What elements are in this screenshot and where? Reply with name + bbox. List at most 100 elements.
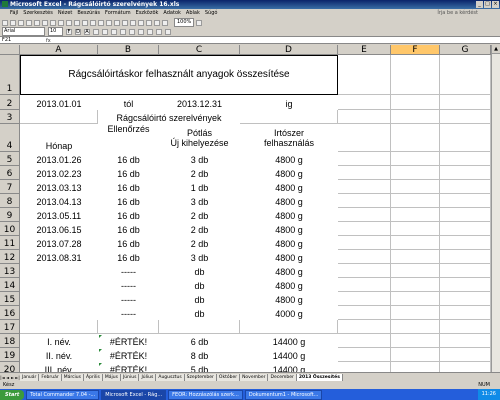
print-preview-icon[interactable] — [50, 19, 56, 26]
permission-icon[interactable] — [26, 19, 32, 26]
font-select[interactable]: Arial — [2, 27, 45, 36]
cell-c11[interactable]: 2 db — [159, 236, 240, 250]
cell-c9[interactable]: 2 db — [159, 208, 240, 222]
copy-icon[interactable] — [82, 19, 88, 26]
save-icon[interactable] — [18, 19, 24, 26]
column-header-g[interactable]: G — [440, 45, 491, 55]
sheet-tab-6[interactable]: Június — [120, 374, 140, 381]
row-header-10[interactable]: 10 — [0, 222, 20, 236]
header-month[interactable]: Hónap — [20, 124, 98, 152]
menu-edit[interactable]: Szerkesztés — [23, 9, 53, 18]
cell-b2[interactable]: tól — [98, 95, 159, 110]
cell-a16[interactable] — [20, 306, 98, 320]
row-header-6[interactable]: 6 — [0, 166, 20, 180]
sort-asc-icon[interactable] — [138, 19, 144, 26]
merge-center-icon[interactable] — [120, 28, 126, 35]
cell-c12[interactable]: 3 db — [159, 250, 240, 264]
row-header-18[interactable]: 18 — [0, 334, 20, 348]
cell-b19[interactable]: #ÉRTÉK! — [98, 348, 159, 362]
row-header-7[interactable]: 7 — [0, 180, 20, 194]
format-painter-icon[interactable] — [98, 19, 104, 26]
cell-a7[interactable]: 2013.03.13 — [20, 180, 98, 194]
cell-b18[interactable]: #ÉRTÉK! — [98, 334, 159, 348]
sheet-tab-10[interactable]: Október — [216, 374, 241, 381]
cell-d12[interactable]: 4800 g — [240, 250, 338, 264]
cell-a12[interactable]: 2013.08.31 — [20, 250, 98, 264]
column-header-b[interactable]: B — [98, 45, 159, 55]
scroll-up-icon[interactable]: ▲ — [492, 45, 500, 54]
cell-c15[interactable]: db — [159, 292, 240, 306]
cell-a14[interactable] — [20, 278, 98, 292]
cell-d13[interactable]: 4800 g — [240, 264, 338, 278]
taskbar-button-2[interactable]: Microsoft Excel - Rág... — [101, 389, 167, 400]
sort-desc-icon[interactable] — [146, 19, 152, 26]
cell-d15[interactable]: 4800 g — [240, 292, 338, 306]
email-icon[interactable] — [34, 19, 40, 26]
cut-icon[interactable] — [74, 19, 80, 26]
cell-d9[interactable]: 4800 g — [240, 208, 338, 222]
menu-file[interactable]: Fájl — [10, 9, 18, 18]
row-header-1[interactable]: 1 — [0, 55, 20, 95]
cell-b7[interactable]: 16 db — [98, 180, 159, 194]
cell-d7[interactable]: 4800 g — [240, 180, 338, 194]
spelling-icon[interactable] — [58, 19, 64, 26]
cell-d8[interactable]: 4800 g — [240, 194, 338, 208]
font-color-icon[interactable] — [165, 28, 171, 35]
cell-b6[interactable]: 16 db — [98, 166, 159, 180]
cell-c10[interactable]: 2 db — [159, 222, 240, 236]
cell-a13[interactable] — [20, 264, 98, 278]
currency-icon[interactable] — [129, 28, 135, 35]
sheet-tab-3[interactable]: Március — [61, 374, 84, 381]
menu-format[interactable]: Formátum — [105, 9, 131, 18]
align-left-icon[interactable] — [93, 28, 99, 35]
cell-b14[interactable]: ----- — [98, 278, 159, 292]
sheet-tab-8[interactable]: Augusztus — [156, 374, 185, 381]
cell-b16[interactable]: ----- — [98, 306, 159, 320]
cell-c5[interactable]: 3 db — [159, 152, 240, 166]
row-header-16[interactable]: 16 — [0, 306, 20, 320]
column-header-c[interactable]: C — [159, 45, 240, 55]
worksheet-grid[interactable]: ABCDEFG123456789101112131415161718192021… — [0, 45, 491, 372]
taskbar-button-1[interactable]: Total Commander 7.04 -... — [26, 389, 100, 400]
row-header-19[interactable]: 19 — [0, 348, 20, 362]
cell-c16[interactable]: db — [159, 306, 240, 320]
cell-a5[interactable]: 2013.01.26 — [20, 152, 98, 166]
align-center-icon[interactable] — [102, 28, 108, 35]
sheet-tab-1[interactable]: Január — [20, 374, 40, 381]
cell-c13[interactable]: db — [159, 264, 240, 278]
close-button[interactable]: × — [492, 1, 499, 8]
cell-d6[interactable]: 4800 g — [240, 166, 338, 180]
fill-color-icon[interactable] — [156, 28, 162, 35]
percent-icon[interactable] — [138, 28, 144, 35]
row-header-13[interactable]: 13 — [0, 264, 20, 278]
cell-a20[interactable]: III. név. — [20, 362, 98, 372]
row-header-12[interactable]: 12 — [0, 250, 20, 264]
row-header-9[interactable]: 9 — [0, 208, 20, 222]
row-header-2[interactable]: 2 — [0, 95, 20, 110]
sheet-tab-2[interactable]: Február — [39, 374, 62, 381]
print-icon[interactable] — [42, 19, 48, 26]
cell-c14[interactable]: db — [159, 278, 240, 292]
cell-c18[interactable]: 6 db — [159, 334, 240, 348]
cell-a8[interactable]: 2013.04.13 — [20, 194, 98, 208]
cell-a11[interactable]: 2013.07.28 — [20, 236, 98, 250]
row-header-20[interactable]: 20 — [0, 362, 20, 372]
zoom-select[interactable]: 100% — [174, 18, 195, 27]
cell-c20[interactable]: 5 db — [159, 362, 240, 372]
borders-icon[interactable] — [147, 28, 153, 35]
cell-c19[interactable]: 8 db — [159, 348, 240, 362]
undo-icon[interactable] — [106, 19, 112, 26]
report-title[interactable]: Rágcsálóirtáskor felhasznált anyagok öss… — [20, 55, 338, 95]
cell-c8[interactable]: 3 db — [159, 194, 240, 208]
cell-b8[interactable]: 16 db — [98, 194, 159, 208]
header-check[interactable]: Ellenőrzés — [98, 124, 159, 152]
taskbar-button-3[interactable]: FEOR: Hozzászólás szerk... — [168, 389, 243, 400]
sheet-tab-9[interactable]: Szeptember — [184, 374, 217, 381]
cell-b11[interactable]: 16 db — [98, 236, 159, 250]
cell-c2[interactable]: 2013.12.31 — [159, 95, 240, 110]
maximize-button[interactable]: □ — [484, 1, 491, 8]
sheet-tab-12[interactable]: December — [268, 374, 297, 381]
bold-button[interactable]: F — [66, 28, 72, 35]
cell-d19[interactable]: 14400 g — [240, 348, 338, 362]
sheet-tab-4[interactable]: Április — [84, 374, 103, 381]
